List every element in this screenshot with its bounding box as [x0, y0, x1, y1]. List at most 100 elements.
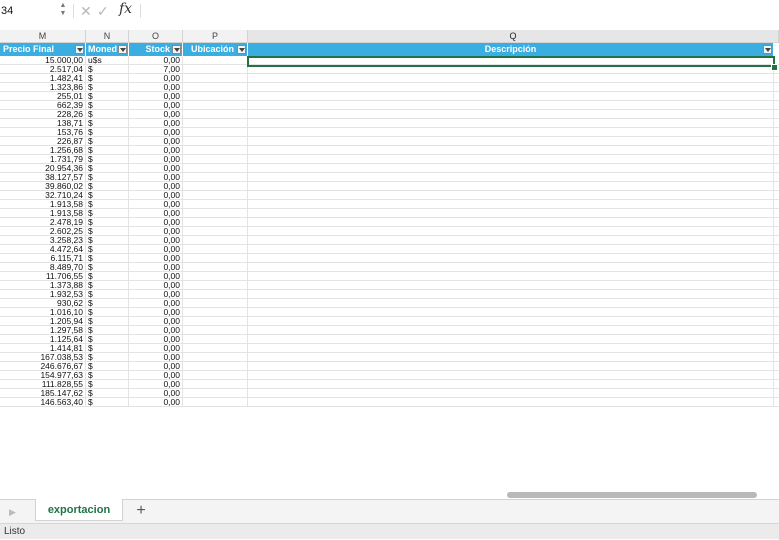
- cell-precio-final[interactable]: 39.860,02: [0, 182, 86, 191]
- cell-stock[interactable]: 0,00: [129, 173, 183, 182]
- cell-ubicacion[interactable]: [183, 281, 248, 290]
- cell-ubicacion[interactable]: [183, 110, 248, 119]
- cell-precio-final[interactable]: 2.517,04: [0, 65, 86, 74]
- cell-stock[interactable]: 0,00: [129, 353, 183, 362]
- cell-descripcion[interactable]: [248, 362, 774, 371]
- cell-stock[interactable]: 0,00: [129, 254, 183, 263]
- cell-moneda[interactable]: $: [86, 272, 129, 281]
- cell-stock[interactable]: 0,00: [129, 335, 183, 344]
- cell-descripcion[interactable]: [248, 74, 774, 83]
- cell-precio-final[interactable]: 154.977,63: [0, 371, 86, 380]
- cell-ubicacion[interactable]: [183, 209, 248, 218]
- cell-stock[interactable]: 0,00: [129, 119, 183, 128]
- cell-moneda[interactable]: $: [86, 290, 129, 299]
- filter-dropdown-icon[interactable]: [118, 45, 127, 54]
- cell-precio-final[interactable]: 6.115,71: [0, 254, 86, 263]
- table-header-ubicacion[interactable]: Ubicación: [183, 43, 248, 56]
- cell-descripcion[interactable]: [248, 92, 774, 101]
- cell-precio-final[interactable]: 228,26: [0, 110, 86, 119]
- cell-descripcion[interactable]: [248, 191, 774, 200]
- cell-ubicacion[interactable]: [183, 254, 248, 263]
- cell-stock[interactable]: 0,00: [129, 362, 183, 371]
- cell-moneda[interactable]: $: [86, 344, 129, 353]
- cell-moneda[interactable]: $: [86, 380, 129, 389]
- cell-moneda[interactable]: $: [86, 335, 129, 344]
- cell-ubicacion[interactable]: [183, 218, 248, 227]
- cell-descripcion[interactable]: [248, 173, 774, 182]
- cell-precio-final[interactable]: 255,01: [0, 92, 86, 101]
- cell-descripcion[interactable]: [248, 83, 774, 92]
- cell-precio-final[interactable]: 111.828,55: [0, 380, 86, 389]
- cell-moneda[interactable]: $: [86, 110, 129, 119]
- cell-ubicacion[interactable]: [183, 128, 248, 137]
- column-header-n[interactable]: N: [86, 30, 129, 43]
- cell-ubicacion[interactable]: [183, 182, 248, 191]
- cell-stock[interactable]: 0,00: [129, 155, 183, 164]
- sheet-nav-icon[interactable]: ▶: [9, 507, 16, 518]
- cell-stock[interactable]: 0,00: [129, 146, 183, 155]
- stepper-up-icon[interactable]: ▲: [58, 2, 68, 10]
- cell-ubicacion[interactable]: [183, 83, 248, 92]
- cell-stock[interactable]: 7,00: [129, 65, 183, 74]
- cell-moneda[interactable]: $: [86, 236, 129, 245]
- cell-moneda[interactable]: $: [86, 254, 129, 263]
- cell-descripcion[interactable]: [248, 272, 774, 281]
- cell-descripcion[interactable]: [248, 101, 774, 110]
- cell-descripcion[interactable]: [248, 353, 774, 362]
- cell-moneda[interactable]: $: [86, 353, 129, 362]
- cell-stock[interactable]: 0,00: [129, 74, 183, 83]
- cell-ubicacion[interactable]: [183, 155, 248, 164]
- cell-precio-final[interactable]: 1.913,58: [0, 209, 86, 218]
- cell-moneda[interactable]: $: [86, 191, 129, 200]
- filter-dropdown-icon[interactable]: [763, 45, 772, 54]
- cell-ubicacion[interactable]: [183, 101, 248, 110]
- cell-descripcion[interactable]: [248, 290, 774, 299]
- cell-precio-final[interactable]: 662,39: [0, 101, 86, 110]
- cell-moneda[interactable]: $: [86, 398, 129, 407]
- cell-ubicacion[interactable]: [183, 74, 248, 83]
- cell-precio-final[interactable]: 226,87: [0, 137, 86, 146]
- cell-ubicacion[interactable]: [183, 227, 248, 236]
- cell-descripcion[interactable]: [248, 281, 774, 290]
- cell-descripcion[interactable]: [248, 218, 774, 227]
- cell-stock[interactable]: 0,00: [129, 191, 183, 200]
- cell-moneda[interactable]: $: [86, 308, 129, 317]
- cell-precio-final[interactable]: 15.000,00: [0, 56, 86, 65]
- cell-stock[interactable]: 0,00: [129, 344, 183, 353]
- cell-moneda[interactable]: $: [86, 65, 129, 74]
- cell-ubicacion[interactable]: [183, 272, 248, 281]
- cell-ubicacion[interactable]: [183, 146, 248, 155]
- cell-moneda[interactable]: $: [86, 146, 129, 155]
- cell-moneda[interactable]: $: [86, 74, 129, 83]
- cell-descripcion[interactable]: [248, 308, 774, 317]
- cell-stock[interactable]: 0,00: [129, 236, 183, 245]
- cell-stock[interactable]: 0,00: [129, 308, 183, 317]
- cell-descripcion[interactable]: [248, 146, 774, 155]
- enter-icon[interactable]: ✓: [97, 2, 109, 20]
- cell-moneda[interactable]: $: [86, 389, 129, 398]
- cell-precio-final[interactable]: 4.472,64: [0, 245, 86, 254]
- cell-ubicacion[interactable]: [183, 326, 248, 335]
- cell-descripcion[interactable]: [248, 182, 774, 191]
- cell-stock[interactable]: 0,00: [129, 371, 183, 380]
- cell-ubicacion[interactable]: [183, 245, 248, 254]
- table-header-moneda[interactable]: Moned: [86, 43, 129, 56]
- cell-precio-final[interactable]: 1.913,58: [0, 200, 86, 209]
- cell-precio-final[interactable]: 1.323,86: [0, 83, 86, 92]
- cell-moneda[interactable]: $: [86, 227, 129, 236]
- cell-descripcion[interactable]: [248, 110, 774, 119]
- cell-descripcion[interactable]: [248, 263, 774, 272]
- cell-ubicacion[interactable]: [183, 353, 248, 362]
- cell-stock[interactable]: 0,00: [129, 200, 183, 209]
- cell-descripcion[interactable]: [248, 155, 774, 164]
- cell-ubicacion[interactable]: [183, 380, 248, 389]
- cell-precio-final[interactable]: 8.489,70: [0, 263, 86, 272]
- cell-moneda[interactable]: $: [86, 209, 129, 218]
- cell-moneda[interactable]: $: [86, 371, 129, 380]
- cell-stock[interactable]: 0,00: [129, 290, 183, 299]
- cell-ubicacion[interactable]: [183, 200, 248, 209]
- cell-stock[interactable]: 0,00: [129, 317, 183, 326]
- cell-precio-final[interactable]: 1.125,64: [0, 335, 86, 344]
- cell-precio-final[interactable]: 32.710,24: [0, 191, 86, 200]
- cell-precio-final[interactable]: 1.373,88: [0, 281, 86, 290]
